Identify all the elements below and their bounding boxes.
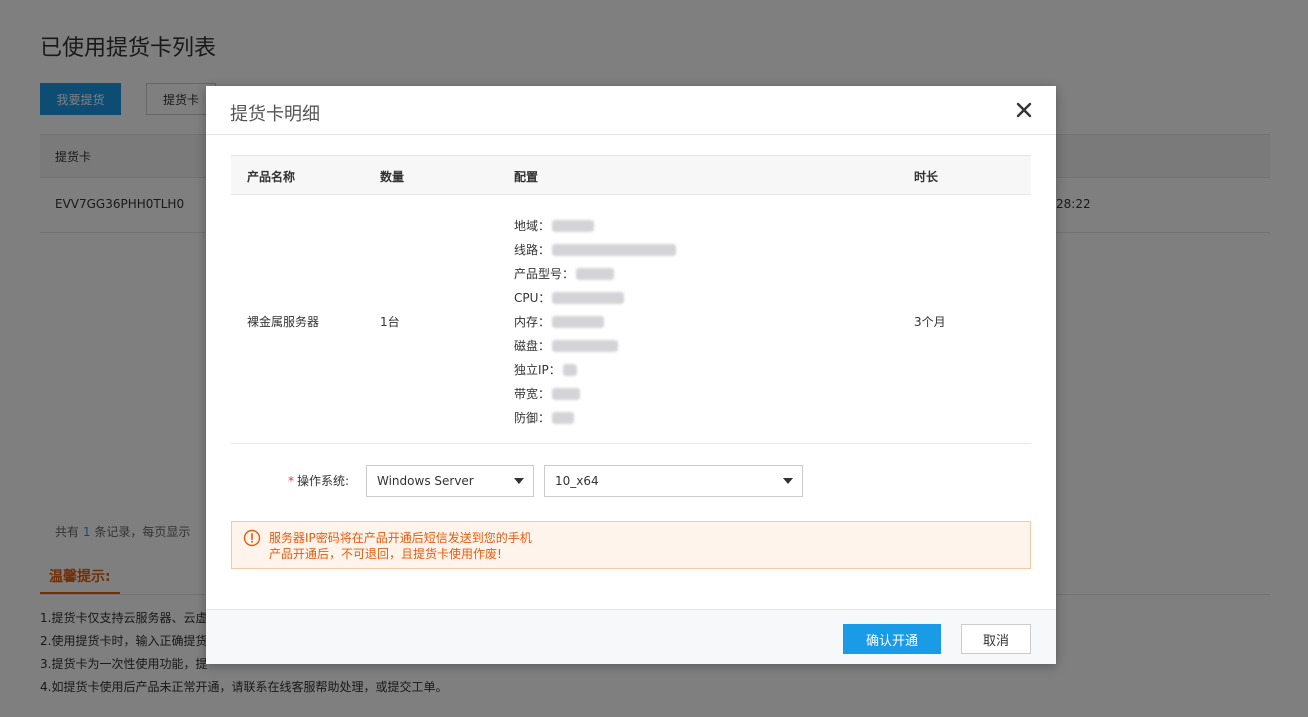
redacted-value [552,244,677,256]
config-memory: 内存： [514,310,676,334]
detail-table: 产品名称 数量 配置 时长 裸金属服务器 1台 地域： 线路： 产品型号： CP… [231,155,1031,444]
os-version-select[interactable]: 10_x64 [544,465,803,497]
redacted-value [552,340,619,352]
redacted-value [552,292,625,304]
quantity-cell: 1台 [380,315,400,329]
duration-cell: 3个月 [914,315,946,329]
config-region: 地域： [514,214,676,238]
config-label: 地域： [514,219,551,233]
alert-text: 服务器IP密码将在产品开通后短信发送到您的手机 产品开通后，不可退回，且提货卡使… [269,530,532,562]
os-version-value: 10_x64 [555,474,599,488]
modal-title: 提货卡明细 [230,104,320,125]
config-list: 地域： 线路： 产品型号： CPU： 内存： 磁盘： 独立IP： 带宽： 防御： [514,214,677,430]
config-label: 磁盘： [514,339,551,353]
close-icon[interactable] [1014,100,1034,120]
config-label: 防御： [514,411,551,425]
alert-line: 服务器IP密码将在产品开通后短信发送到您的手机 [269,531,532,545]
product-name-cell: 裸金属服务器 [247,315,320,329]
os-system-value: Windows Server [377,474,474,488]
warning-alert: 服务器IP密码将在产品开通后短信发送到您的手机 产品开通后，不可退回，且提货卡使… [231,521,1031,569]
config-label: 独立IP： [514,363,561,377]
os-label: * 操作系统: [231,465,349,497]
card-detail-modal: 提货卡明细 产品名称 数量 配置 时长 裸金属服务器 1台 地域： 线路： 产品… [206,86,1056,664]
table-row: 裸金属服务器 1台 地域： 线路： 产品型号： CPU： 内存： 磁盘： 独立I… [231,195,1031,444]
header-duration: 时长 [914,170,939,184]
config-line: 线路： [514,238,677,262]
redacted-value [562,364,577,376]
confirm-activate-button[interactable]: 确认开通 [843,624,941,654]
chevron-down-icon [514,478,524,484]
header-config: 配置 [514,170,539,184]
redacted-value [552,316,605,328]
detail-table-header: 产品名称 数量 配置 时长 [231,155,1031,195]
redacted-value [552,388,581,400]
config-label: 线路： [514,243,551,257]
config-defense: 防御： [514,406,676,430]
redacted-value [552,220,595,232]
config-ip: 独立IP： [514,358,676,382]
config-label: 内存： [514,315,551,329]
cancel-button[interactable]: 取消 [961,624,1031,654]
config-bandwidth: 带宽： [514,382,676,406]
warning-icon [243,529,261,547]
header-quantity: 数量 [380,170,405,184]
config-model: 产品型号： [514,262,676,286]
config-cpu: CPU： [514,286,676,310]
modal-footer: 确认开通 取消 [206,609,1056,664]
redacted-value [576,268,615,280]
config-label: CPU： [514,291,551,305]
alert-line: 产品开通后，不可退回，且提货卡使用作废! [269,547,502,561]
os-label-text: 操作系统: [296,474,349,488]
chevron-down-icon [783,478,793,484]
config-disk: 磁盘： [514,334,676,358]
config-label: 带宽： [514,387,551,401]
config-label: 产品型号： [514,267,575,281]
required-mark: * [287,474,294,488]
os-system-select[interactable]: Windows Server [366,465,534,497]
os-selection-row: * 操作系统: Windows Server 10_x64 [231,465,1031,497]
redacted-value [552,412,575,424]
modal-header: 提货卡明细 [206,86,1056,135]
header-product-name: 产品名称 [247,170,296,184]
